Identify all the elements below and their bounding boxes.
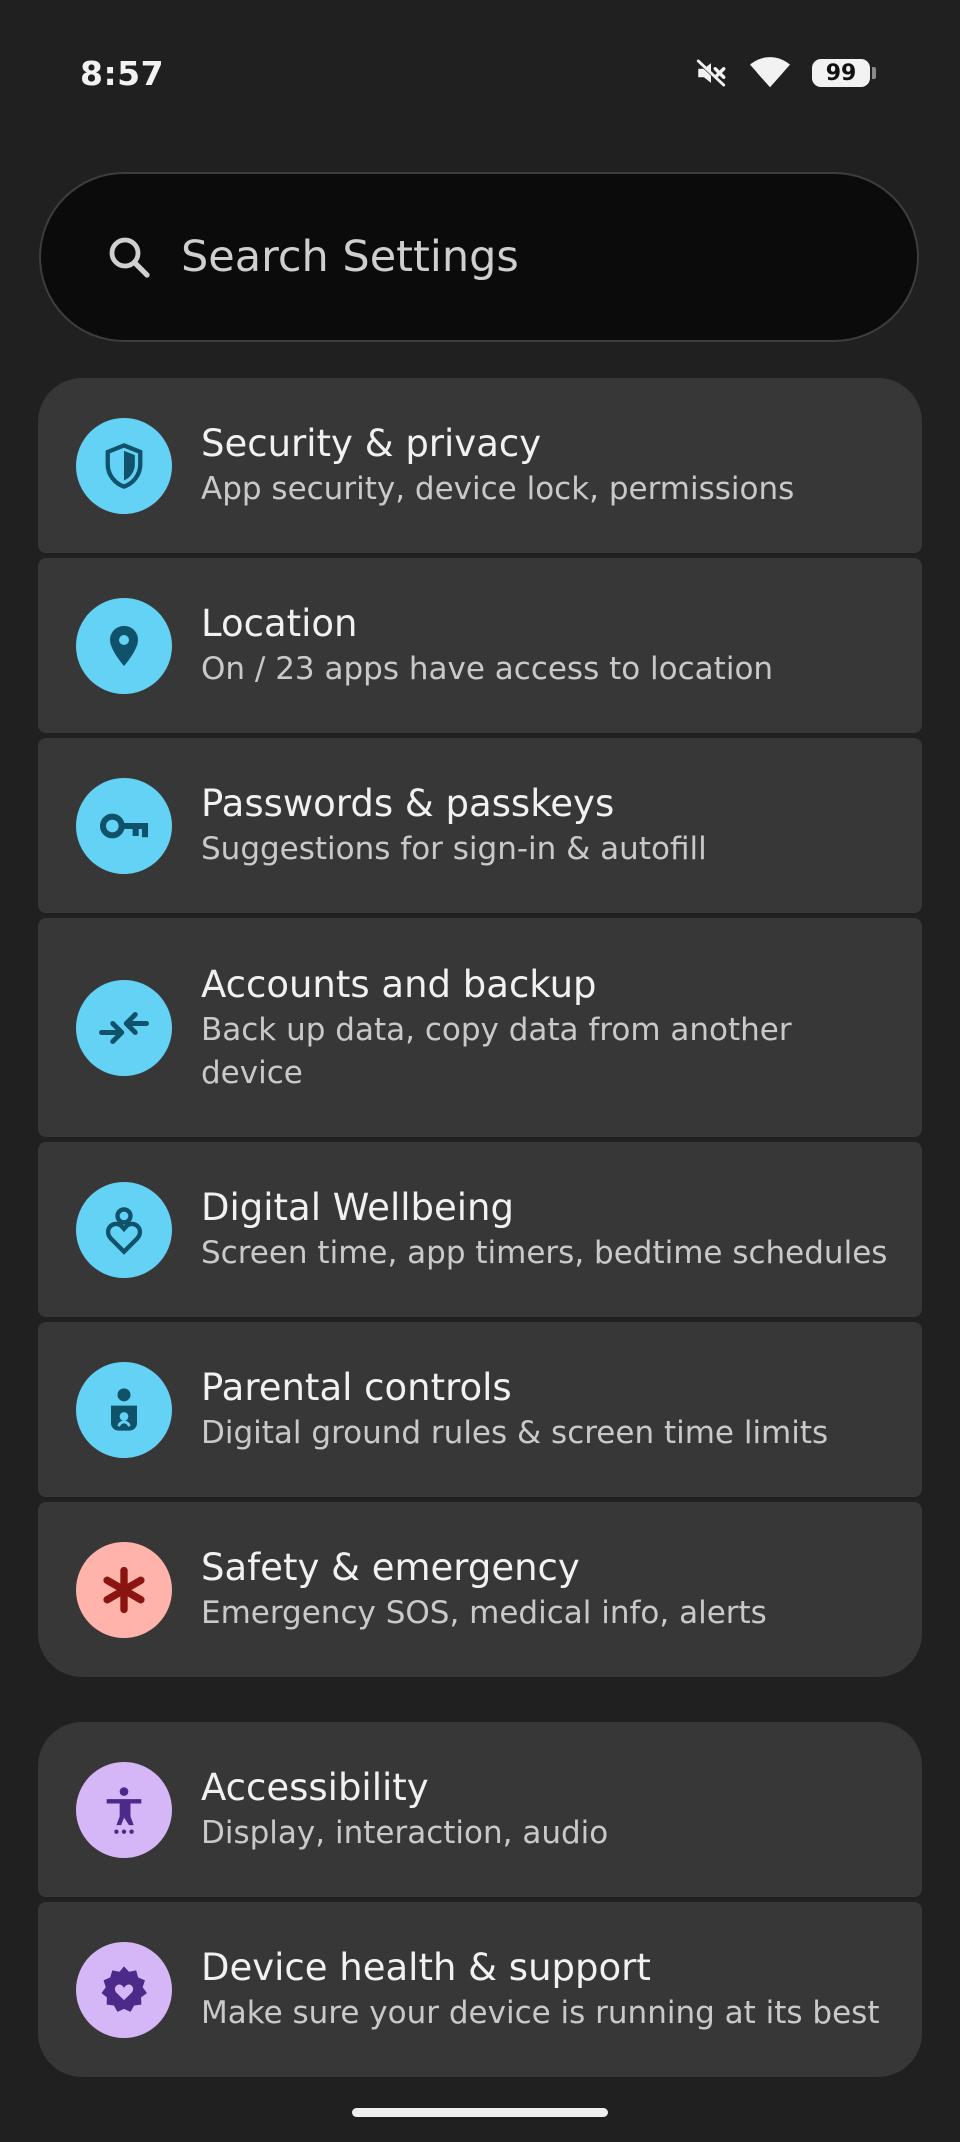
item-title: Safety & emergency (201, 1546, 580, 1589)
asterisk-icon (103, 1566, 145, 1613)
wellbeing-heart-icon (105, 1206, 143, 1255)
icon-badge (76, 1181, 172, 1278)
item-title: Digital Wellbeing (201, 1186, 514, 1229)
settings-group-1: Security & privacy App security, device … (38, 378, 922, 1677)
item-texts: Parental controls Digital ground rules &… (201, 1364, 892, 1455)
icon-badge (76, 777, 172, 874)
search-input[interactable] (179, 231, 823, 283)
item-subtitle: Emergency SOS, medical info, alerts (201, 1595, 767, 1631)
sync-arrows-icon (99, 1011, 149, 1044)
settings-item-safety-emergency[interactable]: Safety & emergency Emergency SOS, medica… (38, 1502, 922, 1677)
item-subtitle: Digital ground rules & screen time limit… (201, 1415, 829, 1451)
item-texts: Security & privacy App security, device … (201, 420, 892, 511)
icon-badge (76, 597, 172, 694)
item-texts: Accessibility Display, interaction, audi… (201, 1764, 892, 1855)
icon-badge (76, 1941, 172, 2038)
status-bar: 8:57 99 (0, 0, 960, 150)
key-icon (99, 813, 149, 838)
icon-badge (76, 417, 172, 514)
item-title: Device health & support (201, 1946, 651, 1989)
icon-badge (76, 1361, 172, 1458)
search-bar[interactable] (39, 172, 919, 342)
status-icons: 99 (694, 56, 876, 90)
location-pin-icon (110, 625, 138, 666)
status-time: 8:57 (80, 54, 165, 93)
item-title: Accessibility (201, 1766, 429, 1809)
settings-item-location[interactable]: Location On / 23 apps have access to loc… (38, 558, 922, 733)
item-texts: Safety & emergency Emergency SOS, medica… (201, 1544, 892, 1635)
item-subtitle: Display, interaction, audio (201, 1815, 609, 1851)
item-texts: Passwords & passkeys Suggestions for sig… (201, 780, 892, 871)
mute-icon (694, 56, 728, 90)
item-title: Parental controls (201, 1366, 512, 1409)
item-title: Security & privacy (201, 422, 542, 465)
settings-item-device-health-support[interactable]: Device health & support Make sure your d… (38, 1902, 922, 2077)
item-texts: Digital Wellbeing Screen time, app timer… (201, 1184, 892, 1275)
accessibility-icon (106, 1786, 142, 1834)
item-subtitle: Back up data, copy data from another dev… (201, 1012, 792, 1091)
home-indicator[interactable] (352, 2108, 608, 2117)
shield-icon (105, 442, 143, 489)
gear-heart-icon (101, 1965, 147, 2012)
search-icon (109, 237, 150, 278)
settings-item-accounts-backup[interactable]: Accounts and backup Back up data, copy d… (38, 918, 922, 1137)
item-texts: Accounts and backup Back up data, copy d… (201, 961, 892, 1095)
settings-item-accessibility[interactable]: Accessibility Display, interaction, audi… (38, 1722, 922, 1897)
settings-group-2: Accessibility Display, interaction, audi… (38, 1722, 922, 2077)
settings-screen: 8:57 99 Search Settings Security & priva… (0, 0, 960, 2142)
settings-item-security-privacy[interactable]: Security & privacy App security, device … (38, 378, 922, 553)
item-texts: Location On / 23 apps have access to loc… (201, 600, 892, 691)
icon-badge (76, 1541, 172, 1638)
item-title: Passwords & passkeys (201, 782, 615, 825)
icon-badge (76, 1761, 172, 1858)
battery-level: 99 (825, 60, 857, 86)
item-subtitle: App security, device lock, permissions (201, 471, 795, 507)
settings-item-parental-controls[interactable]: Parental controls Digital ground rules &… (38, 1322, 922, 1497)
icon-badge (76, 979, 172, 1076)
battery-icon: 99 (812, 59, 876, 87)
settings-item-digital-wellbeing[interactable]: Digital Wellbeing Screen time, app timer… (38, 1142, 922, 1317)
item-subtitle: Screen time, app timers, bedtime schedul… (201, 1235, 888, 1271)
item-title: Accounts and backup (201, 963, 597, 1006)
item-subtitle: Suggestions for sign-in & autofill (201, 831, 707, 867)
item-subtitle: Make sure your device is running at its … (201, 1995, 880, 2031)
child-icon (111, 1387, 137, 1431)
item-title: Location (201, 602, 358, 645)
wifi-icon (750, 57, 790, 89)
item-subtitle: On / 23 apps have access to location (201, 651, 774, 687)
item-texts: Device health & support Make sure your d… (201, 1944, 892, 2035)
settings-item-passwords-passkeys[interactable]: Passwords & passkeys Suggestions for sig… (38, 738, 922, 913)
